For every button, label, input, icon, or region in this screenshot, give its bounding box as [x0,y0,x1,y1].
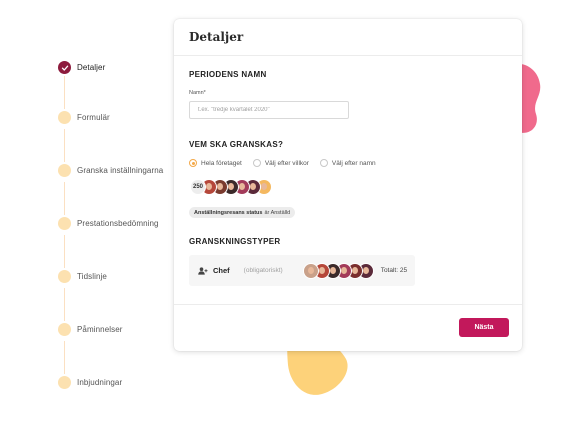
user-add-icon [198,266,208,275]
name-field-label: Namn* [189,90,206,96]
option-by-condition[interactable]: Välj efter villkor [252,159,309,167]
step-label: Inbjudningar [77,378,123,387]
reviewees-heading: VEM SKA GRANSKAS? [189,140,284,149]
step-label: Detaljer [77,63,106,72]
card-footer: Nästa [174,304,522,352]
step-dot [58,270,71,283]
step-label: Formulär [77,113,110,122]
option-by-name[interactable]: Välj efter namn [319,159,376,167]
step-paminnelser[interactable]: Påminnelser [58,323,123,336]
step-dot [58,164,71,177]
filter-key: Anställningsresans status [194,209,263,216]
card-title: Detaljer [189,30,244,44]
step-dot [58,323,71,336]
stepper-connector [64,182,65,215]
stepper-connector [64,76,65,109]
filter-tag[interactable]: Anställningsresans status är Anställd [189,207,296,218]
stepper-connector [64,235,65,268]
step-label: Prestationsbedömning [77,219,159,228]
reviewee-avatars: 250 [190,179,272,195]
reviewer-total: Totalt: 25 [380,267,408,274]
filter-value: är Anställd [264,209,291,216]
card-header: Detaljer [174,19,522,56]
period-name-input[interactable] [189,101,349,119]
avatar [302,262,319,279]
stepper-connector [64,129,65,162]
stepper-connector [64,341,65,374]
role-name: Chef [213,266,230,275]
details-card: Detaljer PERIODENS NAMN Namn* VEM SKA GR… [174,19,522,351]
option-label: Hela företaget [201,159,242,167]
period-name-heading: PERIODENS NAMN [189,70,267,79]
role-note: (obligatoriskt) [243,267,283,274]
step-formular[interactable]: Formulär [58,111,110,124]
step-granska-installningarna[interactable]: Granska inställningarna [58,164,163,177]
step-dot [58,217,71,230]
step-label: Granska inställningarna [77,166,164,175]
progress-stepper: Detaljer Formulär Granska inställningarn… [58,60,178,390]
review-type-row-manager[interactable]: Chef (obligatoriskt) Totalt: 25 [189,255,415,286]
radio-icon[interactable] [319,159,328,167]
reviewee-options: Hela företaget Välj efter villkor Välj e… [189,159,387,167]
option-label: Välj efter namn [331,159,376,167]
option-label: Välj efter villkor [264,159,309,167]
step-inbjudningar[interactable]: Inbjudningar [58,376,122,389]
review-types-heading: GRANSKNINGSTYPER [189,237,281,246]
step-label: Tidslinje [77,272,107,281]
option-whole-company[interactable]: Hela företaget [189,159,242,167]
reviewer-avatars [302,262,374,279]
step-prestationsbedomning[interactable]: Prestationsbedömning [58,217,159,230]
step-tidslinje[interactable]: Tidslinje [58,270,107,283]
reviewee-count: 250 [190,179,206,195]
step-dot [58,111,71,124]
next-button[interactable]: Nästa [459,318,509,337]
stepper-connector [64,288,65,321]
step-dot [58,376,71,389]
check-icon [58,61,71,74]
step-detaljer[interactable]: Detaljer [58,61,105,74]
radio-selected-icon[interactable] [189,159,197,167]
radio-icon[interactable] [252,159,261,167]
step-label: Påminnelser [77,325,123,334]
